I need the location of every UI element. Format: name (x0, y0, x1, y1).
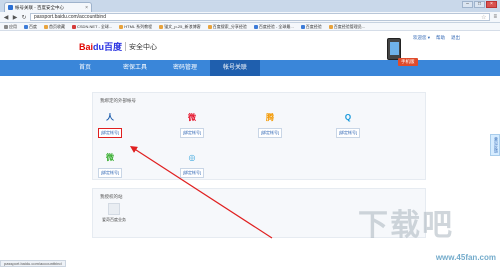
bookmark-icon (159, 24, 164, 29)
user-menu[interactable]: 欢迎您 ▾ (413, 35, 430, 41)
authorized-app-item[interactable]: 爱奇百度业务 (101, 203, 127, 223)
bookmark-label: 锚文_p-25_新浪博客 (164, 23, 201, 29)
bookmark-label: 百度经验管理员... (333, 23, 366, 29)
bind-weibo-link[interactable]: [绑定帐号] (179, 128, 205, 138)
bookmark-item[interactable]: CSDN.NET - 全球... (72, 24, 112, 30)
bookmark-item[interactable]: 锚文_p-25_新浪博客 (159, 23, 201, 30)
logout-link[interactable]: 退出 (451, 35, 460, 41)
nav-password[interactable]: 密码管理 (160, 60, 210, 76)
bookmark-item[interactable]: 百度搜索_分享经验 (207, 23, 247, 30)
baidu-icon (300, 24, 305, 29)
renren-icon: 人 (106, 112, 114, 122)
bookmark-item[interactable]: 首页收藏 (44, 24, 65, 30)
close-window-button[interactable]: × (486, 1, 497, 8)
csdn-icon (72, 24, 76, 29)
browser-menu-icon[interactable]: ≡ (493, 14, 497, 20)
bookmark-label: 百度经验 - 全球最... (258, 23, 294, 29)
apps-icon (4, 24, 8, 29)
url-text: passport.baidu.com/accountbind (34, 14, 106, 20)
maximize-button[interactable]: □ (474, 1, 485, 8)
status-bar: passport.baidu.com/accountbind (0, 260, 66, 267)
minimize-button[interactable]: – (462, 1, 473, 8)
baidu-icon (253, 24, 258, 29)
nav-security-tools[interactable]: 密保工具 (110, 60, 160, 76)
url-input[interactable]: passport.baidu.com/accountbind ☆ (30, 13, 491, 21)
bookmark-label: 应用 (9, 23, 17, 29)
tab-close-icon[interactable]: × (85, 5, 88, 11)
bookmark-label: 百度搜索_分享经验 (212, 23, 247, 29)
main-nav: 首页 密保工具 密码管理 帐号关联 (0, 60, 500, 76)
bookmark-icon (44, 24, 48, 29)
bind-renren-link[interactable]: [绑定帐号] (97, 128, 123, 138)
forward-icon[interactable]: ▶ (12, 14, 18, 21)
feedback-widget[interactable]: 意见反馈 (490, 134, 500, 156)
logo-mark: Baidu百度 (79, 42, 123, 52)
bound-accounts-panel: 我绑定的外部帐号 人 [绑定帐号] 微 [绑定帐号] 腾 [绑定帐号] Q [绑… (92, 92, 426, 180)
bookmark-item[interactable]: 百度经验 (300, 23, 322, 30)
tencent-weibo-icon: 腾 (266, 112, 274, 122)
page-title: 安全中心 (129, 43, 158, 51)
section-title: 我授权的站 (100, 194, 123, 199)
bookmark-label: HTML 系列教程 (124, 23, 153, 29)
account-weibo: 微 [绑定帐号] (177, 109, 207, 138)
qq-icon: Q (344, 112, 352, 122)
phone-screen (390, 42, 399, 55)
section-title: 我绑定的外部帐号 (100, 98, 136, 103)
watermark-text: 下载吧 (358, 208, 454, 243)
bookmark-item[interactable]: HTML 系列教程 (119, 24, 152, 30)
page-header: Baidu百度 安全中心 欢迎您 ▾ 帮助 退出 (0, 31, 500, 60)
bookmark-label: 百度 (29, 23, 37, 29)
bookmark-icon (207, 24, 212, 29)
address-toolbar: ◀ ▶ ↻ passport.baidu.com/accountbind ☆ ≡ (0, 12, 500, 23)
tab-title: 帐号关联 - 百度安全中心 (15, 4, 64, 10)
bind-tianyi-link[interactable]: [绑定帐号] (179, 168, 205, 178)
bookmark-label: CSDN.NET - 全球... (77, 23, 113, 29)
browser-tabbar: 帐号关联 - 百度安全中心 × – □ × (0, 0, 500, 12)
baidu-favicon-icon (8, 5, 13, 10)
bookmark-star-icon[interactable]: ☆ (481, 14, 486, 21)
bookmark-item[interactable]: 百度经验管理员... (328, 23, 366, 30)
bookmark-item[interactable]: 应用 (4, 24, 17, 30)
bind-tencent-weibo-link[interactable]: [绑定帐号] (257, 128, 283, 138)
tianyi-icon: ◎ (188, 152, 196, 162)
wechat-icon: 微 (106, 152, 114, 162)
watermark: 下载吧 www.45fan.com (348, 200, 498, 264)
account-qq: Q [绑定帐号] (333, 109, 363, 138)
account-tencent-weibo: 腾 [绑定帐号] (255, 109, 285, 138)
nav-account-binding[interactable]: 帐号关联 (210, 60, 260, 76)
browser-tab[interactable]: 帐号关联 - 百度安全中心 × (4, 2, 92, 12)
baidu-logo[interactable]: Baidu百度 安全中心 (79, 40, 157, 53)
bind-wechat-link[interactable]: [绑定帐号] (97, 168, 123, 178)
bookmark-item[interactable]: 百度 (24, 24, 37, 30)
account-renren: 人 [绑定帐号] (95, 109, 125, 138)
logo-divider (125, 42, 127, 51)
account-wechat: 微 [绑定帐号] (95, 149, 125, 178)
app-label: 爱奇百度业务 (102, 217, 126, 222)
header-links: 欢迎您 ▾ 帮助 退出 (413, 35, 460, 41)
weibo-icon: 微 (188, 112, 196, 122)
baidu-icon (24, 24, 28, 29)
mobile-phone-icon[interactable] (387, 38, 401, 60)
bookmark-label: 百度经验 (305, 23, 322, 29)
app-icon (108, 203, 120, 215)
reload-icon[interactable]: ↻ (21, 14, 27, 21)
mobile-version-badge[interactable]: 手机版 (398, 58, 418, 66)
nav-home[interactable]: 首页 (60, 60, 110, 76)
bookmark-item[interactable]: 百度经验 - 全球最... (253, 23, 294, 30)
bookmarks-bar: 应用 百度 首页收藏 CSDN.NET - 全球... HTML 系列教程 锚文… (0, 23, 500, 31)
back-icon[interactable]: ◀ (3, 14, 9, 21)
window-controls: – □ × (462, 1, 497, 8)
bookmark-icon (328, 24, 333, 29)
bookmark-icon (119, 24, 124, 29)
bind-qq-link[interactable]: [绑定帐号] (335, 128, 361, 138)
help-link[interactable]: 帮助 (436, 35, 445, 41)
account-tianyi: ◎ [绑定帐号] (177, 149, 207, 178)
watermark-url: www.45fan.com (435, 253, 496, 262)
bookmark-label: 首页收藏 (49, 23, 65, 29)
